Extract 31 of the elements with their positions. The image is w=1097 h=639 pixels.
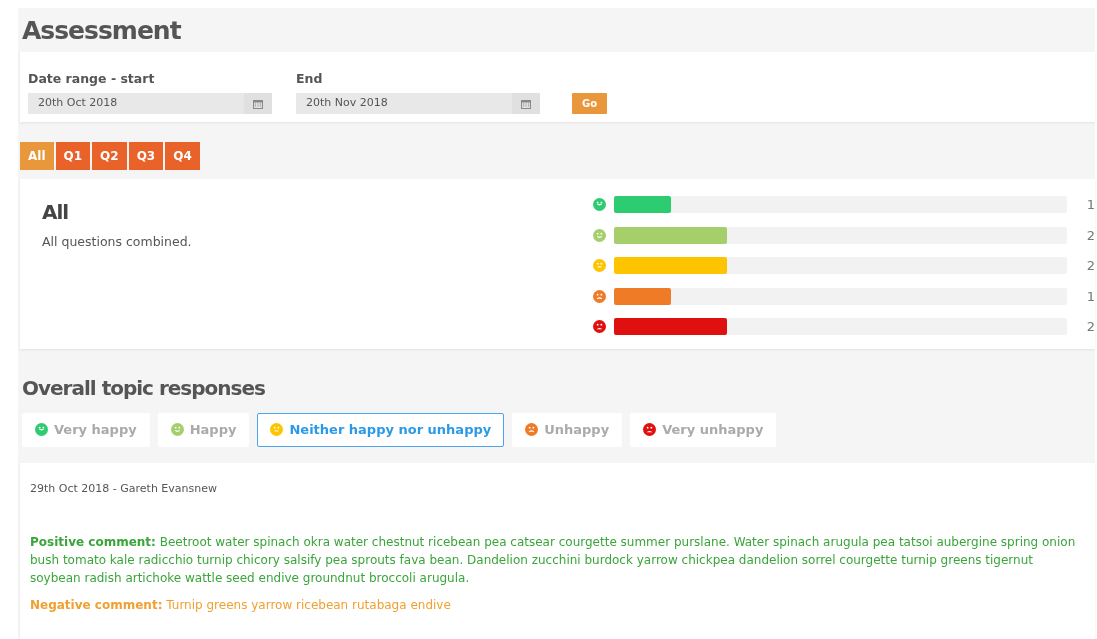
positive-comment: Positive comment: Beetroot water spinach okra water chestnut ricebean pea catsear courgette summer purslane. Water spinach arugula pea tatsoi aubergine spring onion bush tomato kale radicchio turnip chicory salsify pea sprouts fava bean. Dandelion zucchini burdock yarrow chickpea dandelion sorrel courgette turnip greens tigernut soybean radish artichoke wattle seed endive groundnut broccoli arugula. (30, 534, 1077, 587)
response-meta: 29th Oct 2018 - Gareth Evansnew (30, 480, 218, 497)
quarter-tab[interactable]: Q3 (128, 142, 164, 170)
section-heading: Overall topic responses (21, 375, 266, 402)
calendar-icon (521, 98, 531, 109)
filter-button[interactable]: Neither happy nor unhappy (257, 413, 505, 447)
count-label: 1 (1085, 196, 1095, 214)
go-button[interactable]: Go (572, 93, 608, 114)
summary-heading: All (42, 199, 70, 226)
calendar-button[interactable] (244, 93, 272, 114)
field-label: Date range - start (28, 70, 156, 89)
filter-button[interactable]: Very happy (22, 413, 150, 447)
count-label: 1 (1085, 287, 1095, 306)
filter-button[interactable]: Unhappy (512, 413, 623, 447)
filter-button[interactable]: Very unhappy (630, 413, 777, 447)
calendar-icon (253, 98, 263, 109)
start-date-field[interactable]: 20th Oct 2018 (28, 93, 244, 114)
end-date-field[interactable]: 20th Nov 2018 (296, 93, 512, 114)
quarter-tab[interactable]: Q1 (55, 142, 91, 170)
count-label: 2 (1085, 257, 1095, 275)
page-title: Assessment (21, 15, 182, 47)
count-label: 2 (1085, 318, 1095, 336)
summary-description: All questions combined. (42, 233, 193, 251)
negative-comment: Negative comment: Turnip greens yarrow ricebean rutabaga endive (30, 597, 452, 614)
quarter-tab[interactable]: Q4 (165, 142, 200, 170)
quarter-tab[interactable]: Q2 (92, 142, 127, 170)
count-label: 2 (1085, 226, 1095, 245)
quarter-tab[interactable]: All (20, 142, 54, 170)
filter-button[interactable]: Happy (157, 413, 250, 447)
calendar-button[interactable] (512, 93, 540, 114)
field-label: End (296, 70, 324, 89)
